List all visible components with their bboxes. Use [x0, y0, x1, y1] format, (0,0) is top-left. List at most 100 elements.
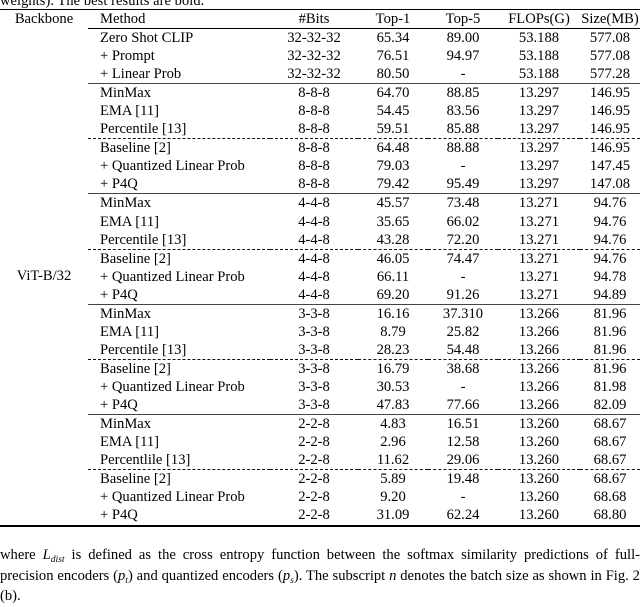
- cell-method: + P4Q: [100, 507, 138, 524]
- cell-top1: 79.42: [376, 176, 410, 193]
- para-seg-1: where: [0, 547, 43, 563]
- cell-top5: 88.85: [428, 83, 498, 103]
- cell-top1: 65.34: [358, 28, 428, 48]
- paper-page: weights). The best results are bold. Bac…: [0, 0, 640, 604]
- cell-method: Percentile [13]: [100, 231, 187, 248]
- body-paragraph: where Ldist is defined as the cross entr…: [0, 546, 640, 607]
- table-row: Percentile [13] 4-4-8 43.28 72.20 13.271 94.7…: [0, 231, 640, 250]
- cell-flops: 13.266: [518, 396, 560, 413]
- cell-top5: 83.56: [446, 103, 480, 120]
- cell-size: 94.76: [593, 231, 627, 248]
- backbone-label: ViT-B/32: [16, 268, 72, 285]
- table-row: ViT-B/32 Zero Shot CLIP 32-32-32 65.34 89.00…: [0, 28, 640, 284]
- cell-size: 146.95: [580, 138, 640, 158]
- table-row: EMA [11] 3-3-8 8.79 25.82 13.266 81.96: [0, 323, 640, 341]
- cell-flops: 13.271: [498, 248, 580, 268]
- cell-top1: 59.51: [376, 121, 410, 138]
- cell-top5: 89.00: [428, 28, 498, 48]
- cell-bits: 2-2-8: [270, 469, 358, 489]
- cell-size: 94.89: [593, 286, 627, 303]
- cell-flops: 53.188: [518, 66, 560, 83]
- cell-top5: 38.68: [428, 358, 498, 378]
- cell-top1: 28.23: [376, 341, 410, 358]
- cell-size: 94.76: [580, 193, 640, 213]
- cell-top1: 69.20: [376, 286, 410, 303]
- cell-method: + Quantized Linear Prob: [100, 268, 245, 285]
- cell-flops: 13.297: [518, 121, 560, 138]
- table-header-row: Backbone Method #Bits Top-1 Top-5 FLOPs(G) Siz…: [0, 8, 640, 29]
- cell-size: 577.08: [589, 48, 631, 65]
- cell-top5: 74.47: [428, 248, 498, 268]
- cell-size: 147.45: [589, 158, 631, 175]
- cell-method: Percentile [13]: [100, 121, 187, 138]
- cell-top1: 46.05: [358, 248, 428, 268]
- cell-bits: 32-32-32: [287, 48, 341, 65]
- cell-method: MinMax: [88, 303, 270, 323]
- cell-method: EMA [11]: [100, 103, 160, 120]
- header-flops: FLOPs(G): [498, 8, 580, 29]
- cell-flops: 13.297: [518, 158, 560, 175]
- table-row: MinMax 3-3-8 16.16 37.310 13.266 81.96: [0, 303, 640, 323]
- cell-top5: 66.02: [446, 213, 480, 230]
- cell-top5: 85.88: [446, 121, 480, 138]
- cell-size: 68.67: [593, 434, 627, 451]
- header-top5: Top-5: [428, 8, 498, 29]
- cell-top5: -: [460, 158, 466, 175]
- cell-size: 68.67: [580, 469, 640, 489]
- cell-bits: 2-2-8: [298, 434, 330, 451]
- cell-method: EMA [11]: [100, 213, 160, 230]
- table-row: + P4Q 4-4-8 69.20 91.26 13.271 94.89: [0, 286, 640, 305]
- cell-method: Zero Shot CLIP: [88, 28, 270, 48]
- paragraph-line: where Ldist is defined as the cross entr…: [0, 546, 640, 607]
- cell-top1: 43.28: [376, 231, 410, 248]
- table-row: + Quantized Linear Prob 4-4-8 66.11 - 13.271…: [0, 268, 640, 286]
- cell-top1: 64.48: [358, 138, 428, 158]
- cell-bits: 8-8-8: [298, 176, 330, 193]
- cell-bits: 4-4-8: [298, 268, 330, 285]
- cell-flops: 53.188: [518, 48, 560, 65]
- table-row: + Linear Prob 32-32-32 80.50 - 53.188 577.28: [0, 65, 640, 84]
- cell-flops: 13.297: [518, 176, 560, 193]
- cell-top1: 16.79: [358, 358, 428, 378]
- cell-method: Baseline [2]: [88, 358, 270, 378]
- cell-bits: 8-8-8: [270, 83, 358, 103]
- header-size: Size(MB): [580, 8, 640, 29]
- results-table-body: Backbone Method #Bits Top-1 Top-5 FLOPs(G) Siz…: [0, 8, 640, 525]
- cell-flops: 13.271: [518, 268, 560, 285]
- cell-top1: 9.20: [380, 489, 406, 506]
- cell-bits: 8-8-8: [298, 103, 330, 120]
- cell-size: 146.95: [580, 83, 640, 103]
- table-row: Percentlile [13] 2-2-8 11.62 29.06 13.260 68.…: [0, 451, 640, 470]
- table-row: Baseline [2] 2-2-8 5.89 19.48 13.260 68.67: [0, 469, 640, 489]
- cell-bits: 4-4-8: [298, 213, 330, 230]
- cell-top1: 54.45: [376, 103, 410, 120]
- header-top1: Top-1: [358, 8, 428, 29]
- cell-bits: 32-32-32: [287, 66, 341, 83]
- table-row: MinMax 2-2-8 4.83 16.51 13.260 68.67: [0, 414, 640, 434]
- cell-method: Baseline [2]: [88, 469, 270, 489]
- cell-flops: 13.266: [518, 378, 560, 395]
- cell-bits: 3-3-8: [298, 323, 330, 340]
- cell-bits: 2-2-8: [270, 414, 358, 434]
- cell-method: EMA [11]: [100, 434, 160, 451]
- cell-method: Baseline [2]: [88, 138, 270, 158]
- cell-method: + Quantized Linear Prob: [100, 158, 245, 175]
- cell-top1: 2.96: [380, 434, 406, 451]
- cell-size: 68.80: [593, 507, 627, 524]
- cell-method: MinMax: [88, 193, 270, 213]
- cell-bits: 3-3-8: [298, 378, 330, 395]
- cell-flops: 13.297: [498, 138, 580, 158]
- cell-bits: 4-4-8: [270, 193, 358, 213]
- cell-method: Percentile [13]: [100, 341, 187, 358]
- cell-size: 146.95: [589, 121, 631, 138]
- cell-top1: 11.62: [376, 452, 410, 469]
- cell-size: 68.68: [593, 489, 627, 506]
- cell-size: 81.96: [593, 341, 627, 358]
- cell-top1: 35.65: [376, 213, 410, 230]
- cell-size: 147.08: [589, 176, 631, 193]
- cell-bits: 4-4-8: [298, 231, 330, 248]
- cell-size: 81.98: [593, 378, 627, 395]
- cell-size: 94.78: [593, 268, 627, 285]
- cell-top1: 47.83: [376, 396, 410, 413]
- table-row: Percentile [13] 3-3-8 28.23 54.48 13.266 81.9…: [0, 341, 640, 360]
